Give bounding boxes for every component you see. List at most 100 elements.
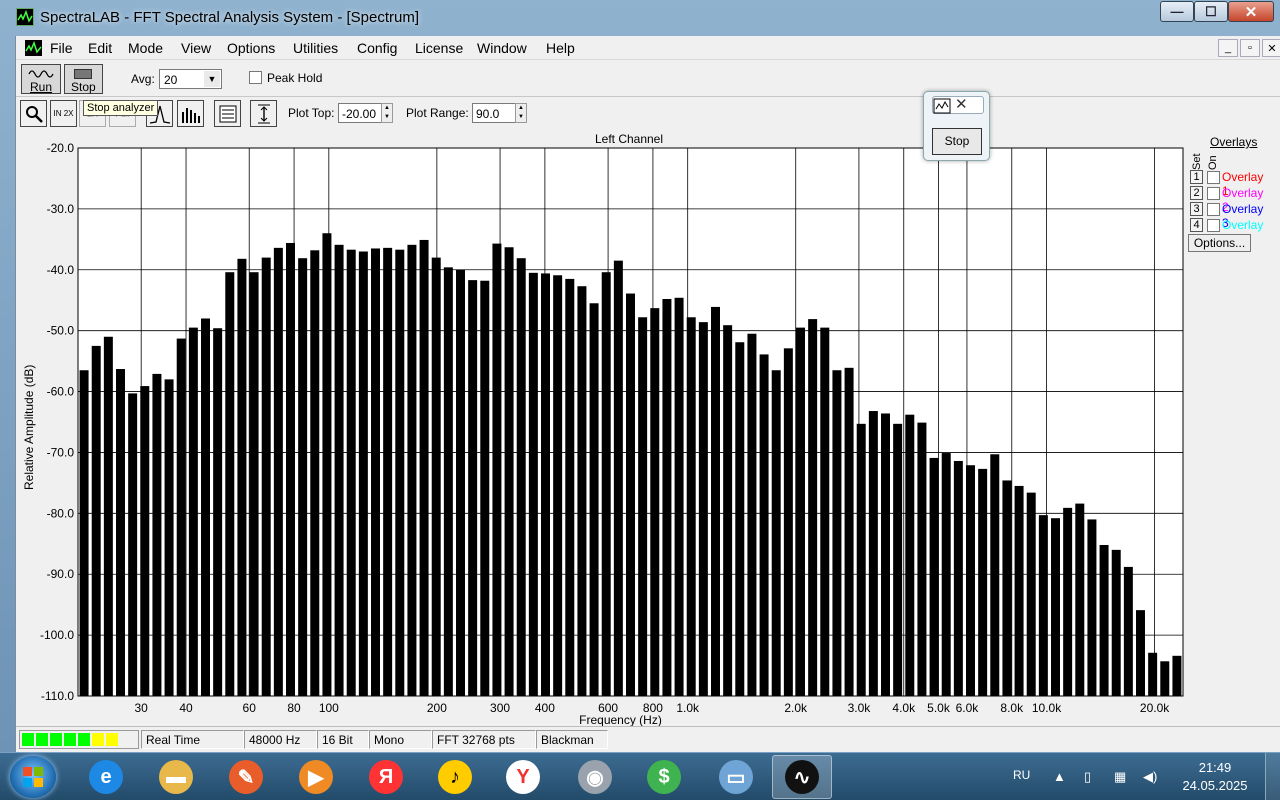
mdi-minimize-button[interactable]: _: [1218, 39, 1238, 57]
menu-view[interactable]: View: [181, 40, 211, 56]
run-button[interactable]: Run: [21, 64, 61, 94]
table-view-button[interactable]: [214, 100, 241, 127]
usb-device-icon[interactable]: ▯: [1084, 769, 1091, 785]
overlay-on-checkbox[interactable]: [1207, 171, 1220, 184]
stop-label: Stop: [71, 80, 96, 94]
spectrum-bar: [1038, 515, 1048, 696]
overlays-title[interactable]: Overlays: [1210, 135, 1257, 149]
taskbar-app-button[interactable]: ▶: [286, 755, 346, 799]
spectrum-bar: [1063, 507, 1073, 696]
menu-window[interactable]: Window: [477, 40, 527, 56]
status-fft-size: FFT 32768 pts: [432, 730, 536, 749]
spectrum-bar: [856, 423, 866, 696]
mdi-restore-button[interactable]: ▫: [1240, 39, 1260, 57]
status-channels: Mono: [369, 730, 432, 749]
spectrum-bar: [286, 242, 295, 696]
client-area: File Edit Mode View Options Utilities Co…: [15, 36, 1280, 752]
taskbar-app-button[interactable]: $: [634, 755, 694, 799]
menu-config[interactable]: Config: [357, 40, 397, 56]
document-icon[interactable]: [25, 40, 42, 56]
volume-icon[interactable]: ◀): [1143, 769, 1157, 785]
spectrum-bar: [1123, 566, 1133, 696]
taskbar-app-button[interactable]: ◉: [565, 755, 625, 799]
taskbar-app-button[interactable]: Я: [356, 755, 416, 799]
spectrum-plot-panel[interactable]: Left Channel -20.0 -30.0 -40.0 -50.0 -60.0 -7…: [16, 130, 1280, 726]
menu-license[interactable]: License: [415, 40, 463, 56]
close-icon[interactable]: ✕: [955, 95, 968, 113]
spectralab-app-icon[interactable]: [16, 8, 34, 26]
plot-range-input[interactable]: 90.0 ▲ ▼: [472, 103, 527, 123]
y-tick-label: -50.0: [47, 324, 75, 338]
run-label: Run: [30, 80, 53, 94]
bar-graph-button[interactable]: [177, 100, 204, 127]
overlay-set-button[interactable]: 1: [1190, 170, 1203, 184]
avg-select[interactable]: 20 ▼: [159, 69, 222, 89]
taskbar-app-button[interactable]: e: [76, 755, 136, 799]
spectrum-chart[interactable]: -20.0 -30.0 -40.0 -50.0 -60.0 -70.0 -80.0 -90.0…: [16, 130, 1186, 726]
maximize-button[interactable]: ☐: [1194, 1, 1228, 22]
mdi-close-button[interactable]: ✕: [1262, 39, 1280, 57]
show-desktop-button[interactable]: [1265, 753, 1280, 800]
autoscale-icon: [257, 104, 270, 123]
spectrum-bar: [310, 250, 320, 696]
menu-edit[interactable]: Edit: [88, 40, 112, 56]
overlay-set-button[interactable]: 3: [1190, 202, 1203, 216]
close-button[interactable]: ✕: [1228, 1, 1274, 22]
overlay-on-checkbox[interactable]: [1207, 219, 1220, 232]
spin-arrows-icon[interactable]: ▲ ▼: [381, 103, 393, 123]
overlay-on-checkbox[interactable]: [1207, 203, 1220, 216]
float-stop-button[interactable]: Stop: [932, 128, 982, 155]
taskbar-app-button[interactable]: ▬: [146, 755, 206, 799]
language-indicator[interactable]: RU: [1013, 768, 1030, 782]
spectrum-bar: [905, 414, 915, 696]
autoscale-button[interactable]: [250, 100, 277, 127]
menu-file[interactable]: File: [50, 40, 73, 56]
chevron-down-icon[interactable]: ▼: [204, 71, 220, 87]
spectrum-bar: [504, 247, 514, 696]
stop-button[interactable]: Stop: [64, 64, 103, 94]
spectrum-bar: [638, 317, 648, 696]
overlay-options-button[interactable]: Options...: [1188, 234, 1251, 252]
taskbar: e ▬ ✎ ▶ Я ♪ Y ◉ $ ▭ ∿ RU ▲ ▯ ▦ ◀) 21:49 24.05.2025: [0, 752, 1280, 800]
file-explorer-icon: ▬: [159, 760, 193, 794]
taskbar-app-button[interactable]: ∿: [772, 755, 832, 799]
spectrum-bar: [711, 306, 720, 696]
overlay-on-checkbox[interactable]: [1207, 187, 1220, 200]
spectrum-bar: [213, 328, 223, 696]
menu-options[interactable]: Options: [227, 40, 275, 56]
title-bar[interactable]: SpectraLAB - FFT Spectral Analysis Syste…: [0, 0, 1280, 34]
taskbar-app-button[interactable]: ♪: [425, 755, 485, 799]
taskbar-app-button[interactable]: ▭: [706, 755, 766, 799]
menu-mode[interactable]: Mode: [128, 40, 163, 56]
spectrum-bar: [273, 247, 283, 696]
y-axis-label: Relative Amplitude (dB): [22, 364, 36, 490]
money-app-icon: $: [647, 760, 681, 794]
widget-title-bar[interactable]: ✕: [932, 96, 984, 114]
spectrum-bar: [820, 327, 830, 696]
spectrum-bar: [249, 272, 259, 696]
menu-help[interactable]: Help: [546, 40, 575, 56]
spectrum-bar: [419, 239, 429, 696]
tray-expand-icon[interactable]: ▲: [1053, 769, 1066, 784]
network-icon[interactable]: ▦: [1114, 769, 1126, 785]
peak-hold-checkbox[interactable]: [249, 71, 262, 84]
level-led: [78, 733, 90, 746]
overlay-set-button[interactable]: 4: [1190, 218, 1203, 232]
start-button[interactable]: [10, 756, 56, 798]
zoom-button[interactable]: [20, 100, 47, 127]
spectrum-bar: [953, 460, 963, 696]
minimize-button[interactable]: —: [1160, 1, 1194, 22]
status-sample-rate: 48000 Hz: [244, 730, 317, 749]
speaker-app-icon: ◉: [578, 760, 612, 794]
zoom-in-2x-button[interactable]: IN 2X: [50, 100, 77, 127]
y-tick-label: -60.0: [47, 385, 75, 399]
x-tick-label: 8.0k: [1000, 701, 1024, 715]
menu-utilities[interactable]: Utilities: [293, 40, 338, 56]
tray-clock[interactable]: 21:49 24.05.2025: [1180, 759, 1250, 795]
plot-top-input[interactable]: -20.00 ▲ ▼: [338, 103, 393, 123]
overlays-set-header: Set: [1191, 153, 1203, 170]
overlay-set-button[interactable]: 2: [1190, 186, 1203, 200]
taskbar-app-button[interactable]: ✎: [216, 755, 276, 799]
spin-arrows-icon[interactable]: ▲ ▼: [515, 103, 527, 123]
taskbar-app-button[interactable]: Y: [493, 755, 553, 799]
